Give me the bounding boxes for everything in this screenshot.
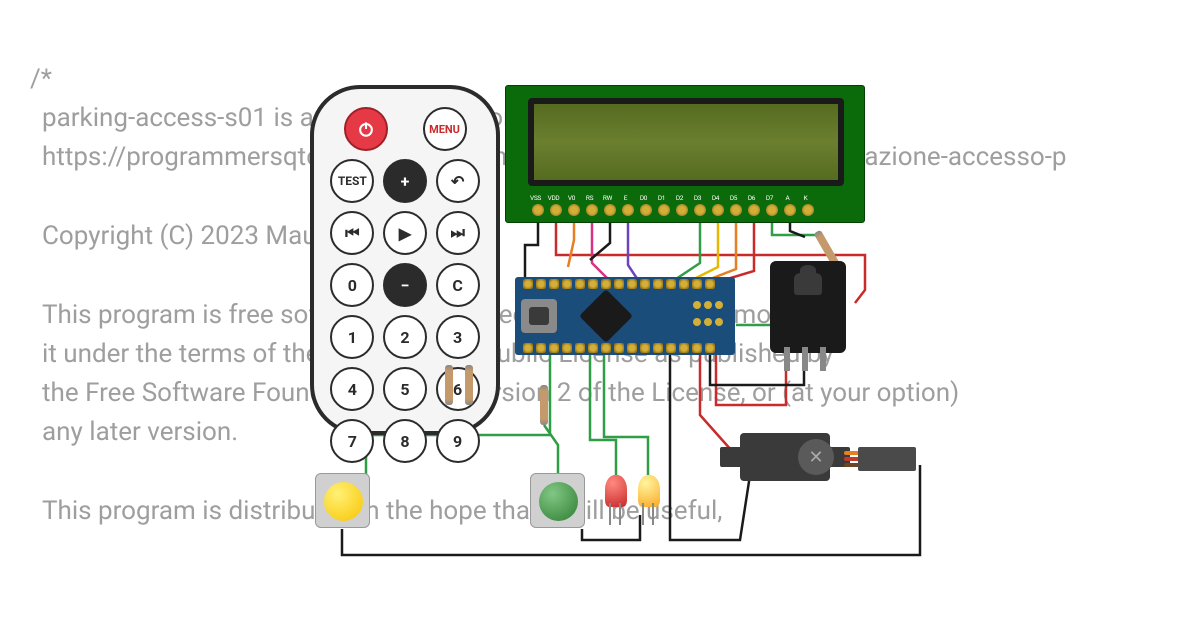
ir-sensor-icon [794,273,822,295]
plus-button[interactable]: + [383,159,427,203]
usb-port-icon [521,299,557,333]
yellow-led[interactable] [638,475,660,507]
digit-5-button[interactable]: 5 [383,367,427,411]
digit-2-button[interactable]: 2 [383,315,427,359]
digit-6-button[interactable]: 6 [436,367,480,411]
digit-7-button[interactable]: 7 [330,419,374,463]
ir-receiver-module[interactable] [770,261,846,353]
resistor[interactable] [445,365,453,405]
mcu-chip-icon [579,289,633,343]
digit-1-button[interactable]: 1 [330,315,374,359]
zero-button[interactable]: 0 [330,263,374,307]
digit-8-button[interactable]: 8 [383,419,427,463]
nano-pin-header-bottom [523,343,715,353]
circuit-diagram[interactable]: MENU TEST + ↶ ⏮ ▶ ⏭ 0 − C 1 2 3 4 5 6 7 [310,85,930,575]
digit-4-button[interactable]: 4 [330,367,374,411]
digit-9-button[interactable]: 9 [436,419,480,463]
servo-connector [858,447,916,471]
lcd-pins [532,204,814,216]
yellow-push-button[interactable] [315,473,370,528]
next-button[interactable]: ⏭ [436,211,480,255]
lcd-16x2-display[interactable]: VSSVDDV0RSRWED0D1D2D3D4D5D6D7AK [505,85,865,223]
digit-3-button[interactable]: 3 [436,315,480,359]
lcd-pin-labels: VSSVDDV0RSRWED0D1D2D3D4D5D6D7AK [528,194,813,202]
servo-horn-icon [798,439,834,475]
green-push-button[interactable] [530,473,585,528]
resistor[interactable] [465,365,473,405]
minus-button[interactable]: − [383,263,427,307]
power-button[interactable] [344,107,388,151]
menu-button[interactable]: MENU [423,107,467,151]
back-button[interactable]: ↶ [436,159,480,203]
nano-pin-header-top [523,279,715,289]
lcd-screen [528,98,844,186]
servo-motor[interactable] [720,433,850,489]
resistor[interactable] [540,385,548,425]
icsp-header [693,301,723,331]
arduino-nano[interactable] [515,277,735,355]
red-led[interactable] [605,475,627,507]
test-button[interactable]: TEST [330,159,374,203]
prev-button[interactable]: ⏮ [330,211,374,255]
c-button[interactable]: C [436,263,480,307]
play-button[interactable]: ▶ [383,211,427,255]
ir-module-pins [784,347,826,371]
